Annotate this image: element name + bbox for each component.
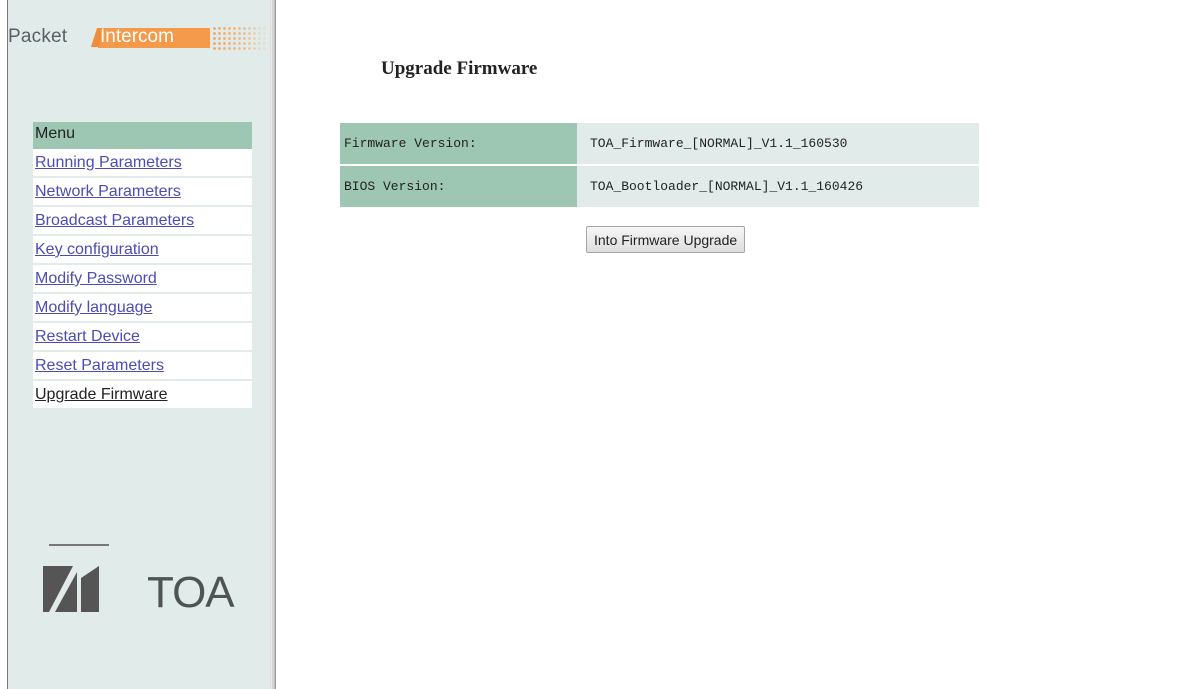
sidebar-item-restart-device[interactable]: Restart Device <box>33 323 252 350</box>
toa-logo-bar <box>49 544 109 546</box>
table-row: Firmware Version: TOA_Firmware_[NORMAL]_… <box>340 123 979 164</box>
version-table: Firmware Version: TOA_Firmware_[NORMAL]_… <box>340 121 979 209</box>
sidebar-item-key-configuration[interactable]: Key configuration <box>33 236 252 263</box>
main-content: Upgrade Firmware Firmware Version: TOA_F… <box>276 0 1197 689</box>
sidebar-item-network-parameters[interactable]: Network Parameters <box>33 178 252 205</box>
bios-version-label: BIOS Version: <box>340 166 577 207</box>
sidebar-menu: Menu Running Parameters Network Paramete… <box>33 122 252 408</box>
bios-version-value: TOA_Bootloader_[NORMAL]_V1.1_160426 <box>577 166 979 207</box>
table-row: BIOS Version: TOA_Bootloader_[NORMAL]_V1… <box>340 166 979 207</box>
firmware-version-label: Firmware Version: <box>340 123 577 164</box>
toa-mark-icon <box>43 566 99 612</box>
sidebar-item-modify-password[interactable]: Modify Password <box>33 265 252 292</box>
toa-logo-text: TOA <box>147 568 235 617</box>
sidebar-item-broadcast-parameters[interactable]: Broadcast Parameters <box>33 207 252 234</box>
page-title: Upgrade Firmware <box>381 58 538 79</box>
logo-text-intercom: Intercom <box>100 26 174 47</box>
sidebar-item-modify-language[interactable]: Modify language <box>33 294 252 321</box>
packet-intercom-logo: Packet Intercom <box>8 26 270 50</box>
sidebar-item-upgrade-firmware[interactable]: Upgrade Firmware <box>33 381 252 408</box>
firmware-version-value: TOA_Firmware_[NORMAL]_V1.1_160530 <box>577 123 979 164</box>
sidebar-frame: Packet Intercom Menu Running Parameters … <box>8 0 270 689</box>
logo-text-packet: Packet <box>8 26 68 47</box>
toa-logo: TOA <box>41 540 251 620</box>
into-firmware-upgrade-button[interactable]: Into Firmware Upgrade <box>586 226 746 253</box>
sidebar-item-reset-parameters[interactable]: Reset Parameters <box>33 352 252 379</box>
logo-dots-pattern <box>212 26 270 50</box>
menu-header: Menu <box>33 122 252 149</box>
sidebar-item-running-parameters[interactable]: Running Parameters <box>33 149 252 176</box>
